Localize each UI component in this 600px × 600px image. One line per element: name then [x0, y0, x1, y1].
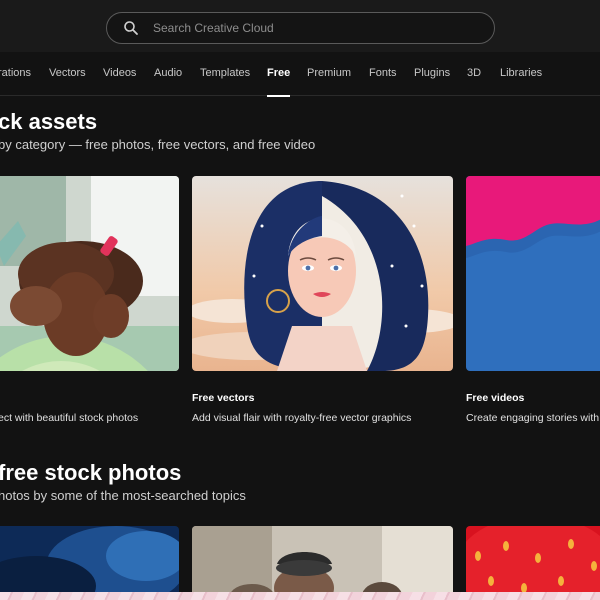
thumb-smoke[interactable]	[0, 526, 179, 592]
search-bar[interactable]	[106, 12, 495, 44]
strawberry-image	[466, 526, 600, 592]
nav-item-libraries[interactable]: Libraries	[500, 52, 542, 96]
card-free-vectors[interactable]	[192, 176, 453, 371]
app-window: rations Vectors Videos Audio Templates F…	[0, 0, 600, 592]
section-title-stock-assets: ck assets	[0, 109, 98, 134]
card-label-videos: Free videos	[466, 392, 525, 404]
card-label-vectors: Free vectors	[192, 392, 255, 404]
vector-thumbnail	[192, 176, 453, 371]
nav-item-fonts[interactable]: Fonts	[369, 52, 397, 96]
top-bar	[0, 0, 600, 52]
section-title-free-stock-photos: free stock photos	[0, 460, 182, 485]
nav-item-plugins[interactable]: Plugins	[414, 52, 450, 96]
nav-item-templates[interactable]: Templates	[200, 52, 250, 96]
people-image	[192, 526, 453, 592]
card-desc-vectors: Add visual flair with royalty-free vecto…	[192, 412, 412, 424]
nav-item-premium[interactable]: Premium	[307, 52, 351, 96]
nav-item-audio[interactable]: Audio	[154, 52, 182, 96]
nav-item-illustrations[interactable]: rations	[0, 52, 31, 96]
wallpaper-bottom	[0, 592, 600, 600]
nav-item-3d[interactable]: 3D	[467, 52, 481, 96]
nav-item-free[interactable]: Free	[267, 52, 291, 97]
nav-item-vectors[interactable]: Vectors	[49, 52, 86, 96]
card-desc-photos: ect with beautiful stock photos	[0, 412, 139, 424]
photo-thumbnail	[0, 176, 179, 371]
card-free-photos[interactable]	[0, 176, 179, 371]
card-desc-videos: Create engaging stories with l	[466, 412, 600, 424]
search-icon	[124, 21, 138, 35]
smoke-image	[0, 526, 179, 592]
category-nav: rations Vectors Videos Audio Templates F…	[0, 52, 600, 97]
section-subtitle-free-stock-photos: hotos by some of the most-searched topic…	[0, 488, 246, 503]
search-input[interactable]	[153, 21, 473, 35]
thumb-strawberry[interactable]	[466, 526, 600, 592]
section-subtitle-stock-assets: by category — free photos, free vectors,…	[0, 137, 316, 152]
thumb-people[interactable]	[192, 526, 453, 592]
video-thumbnail	[466, 176, 600, 371]
nav-item-videos[interactable]: Videos	[103, 52, 136, 96]
card-free-videos[interactable]	[466, 176, 600, 371]
